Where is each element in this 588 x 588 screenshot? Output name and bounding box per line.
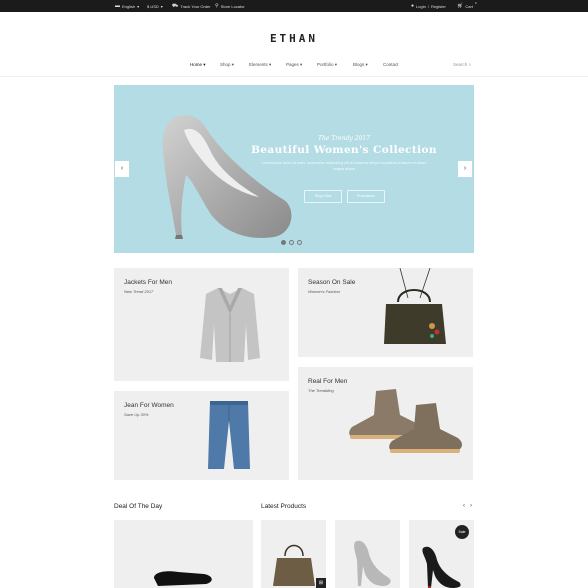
banner-subtitle: Women's Fashion <box>308 289 340 294</box>
latest-products-nav: ‹ › <box>463 503 472 509</box>
sale-badge: Sale <box>455 525 469 539</box>
banner-subtitle: The Trendding <box>308 388 334 393</box>
main-nav: Home ▾ Shop ▾ Elements ▾ Pages ▾ Portfol… <box>0 61 588 69</box>
store-locator-label: Store Locator <box>220 3 245 9</box>
header-divider <box>0 76 588 77</box>
slider-dot[interactable] <box>297 240 302 245</box>
nav-item-portfolio[interactable]: Portfolio ▾ <box>317 62 337 68</box>
hero-subtitle: The Trendy 2017 <box>317 135 371 142</box>
truck-icon: ⛟ <box>172 2 179 9</box>
cart-link[interactable]: 🛒︎ Cart 0 <box>457 1 477 9</box>
search-placeholder: Search <box>453 62 468 67</box>
top-bar: ▬ English ▾ $ USD ▾ ⛟ Track Your Order ⚲… <box>0 0 588 12</box>
cart-count: 0 <box>474 1 477 5</box>
language-label: English <box>122 3 136 9</box>
slider-prev-arrow[interactable]: ‹ <box>115 161 129 177</box>
chevron-down-icon: ▾ <box>137 3 140 9</box>
chevron-down-icon: ▾ <box>203 62 206 67</box>
chevron-down-icon: ▾ <box>300 62 303 67</box>
nav-item-blogs[interactable]: Blogs ▾ <box>353 62 368 68</box>
promotions-button[interactable]: Promotions <box>347 190 385 203</box>
nav-label: Pages <box>286 62 299 67</box>
slider-next-arrow[interactable]: › <box>458 161 472 177</box>
nav-item-shop[interactable]: Shop ▾ <box>220 62 234 68</box>
cart-label: Cart <box>465 3 473 9</box>
banner-jeans[interactable]: Jean For Women Save Up 30% <box>114 391 289 480</box>
chevron-down-icon: ▾ <box>269 62 272 67</box>
nav-label: Contact <box>383 62 399 67</box>
chevron-down-icon: ▾ <box>160 3 163 9</box>
banner-jackets[interactable]: Jackets For Men New Trend 2017 <box>114 268 289 381</box>
flag-icon: ▬ <box>115 2 120 9</box>
slider-dots <box>281 240 302 245</box>
chevron-right-icon: › <box>463 165 467 172</box>
nav-item-home[interactable]: Home ▾ <box>190 62 206 68</box>
add-to-cart-button[interactable]: ⊞ <box>316 578 326 588</box>
hero-title: Beautiful Women's Collection <box>251 144 437 156</box>
banner-title: Real For Men <box>308 378 348 385</box>
nav-label: Portfolio <box>317 62 334 67</box>
banner-subtitle: Save Up 30% <box>124 412 149 417</box>
chevron-left-icon: ‹ <box>120 165 124 172</box>
jeans-image <box>208 401 250 469</box>
nav-label: Shop <box>220 62 231 67</box>
account-links: ● Login / Register <box>411 2 446 9</box>
language-select[interactable]: ▬ English ▾ <box>115 2 140 9</box>
silver-heel-image <box>354 540 391 586</box>
register-link[interactable]: Register <box>431 4 446 9</box>
banner-season-sale[interactable]: Season On Sale Women's Fashion <box>298 268 473 357</box>
boot-image <box>154 571 212 586</box>
product-card[interactable] <box>335 520 400 588</box>
banner-subtitle: New Trend 2017 <box>124 289 154 294</box>
jacket-image <box>200 288 260 362</box>
deal-product-card[interactable] <box>114 520 253 588</box>
shop-now-button[interactable]: Shop Now <box>304 190 342 203</box>
chevron-down-icon: ▾ <box>334 62 338 67</box>
login-link[interactable]: Login <box>416 4 426 9</box>
nav-label: Elements <box>249 62 268 67</box>
search-input[interactable]: Search ⌕ <box>453 62 471 67</box>
track-order-link[interactable]: ⛟ Track Your Order <box>172 2 211 9</box>
track-order-label: Track Your Order <box>180 3 211 9</box>
banner-title: Jackets For Men <box>124 279 173 286</box>
nav-item-pages[interactable]: Pages ▾ <box>286 62 302 68</box>
currency-select[interactable]: $ USD ▾ <box>147 4 163 9</box>
nav-item-contact[interactable]: Contact <box>383 62 399 67</box>
slider-dot[interactable] <box>281 240 286 245</box>
boots-image <box>349 389 462 453</box>
user-icon: ● <box>411 2 415 9</box>
chevron-down-icon: ▾ <box>231 62 235 67</box>
hero-description: Lorem ipsum dolor sit amet, consectetur … <box>261 161 427 171</box>
next-arrow[interactable]: › <box>470 503 472 509</box>
handbag-image <box>384 268 446 344</box>
store-locator-link[interactable]: ⚲ Store Locator <box>215 2 245 9</box>
nav-label: Home <box>190 62 203 67</box>
map-pin-icon: ⚲ <box>215 2 219 9</box>
banner-title: Season On Sale <box>308 279 356 286</box>
banner-men-shoes[interactable]: Real For Men The Trendding <box>298 367 473 480</box>
deal-of-the-day-title: Deal Of The Day <box>114 503 163 510</box>
cart-icon: 🛒︎ <box>457 2 464 9</box>
separator: / <box>427 3 429 9</box>
nav-label: Blogs <box>353 62 365 67</box>
chevron-down-icon: ▾ <box>365 62 368 67</box>
site-logo[interactable]: ETHAN <box>0 32 588 45</box>
latest-products-title: Latest Products <box>261 503 307 510</box>
cart-icon: ⊞ <box>318 580 324 586</box>
prev-arrow[interactable]: ‹ <box>463 503 465 509</box>
nav-item-elements[interactable]: Elements ▾ <box>249 62 271 68</box>
banner-title: Jean For Women <box>124 402 174 409</box>
search-icon: ⌕ <box>468 62 472 67</box>
hero-slider: The Trendy 2017 Beautiful Women's Collec… <box>114 85 474 253</box>
slider-dot[interactable] <box>289 240 294 245</box>
currency-label: $ USD <box>147 3 159 9</box>
